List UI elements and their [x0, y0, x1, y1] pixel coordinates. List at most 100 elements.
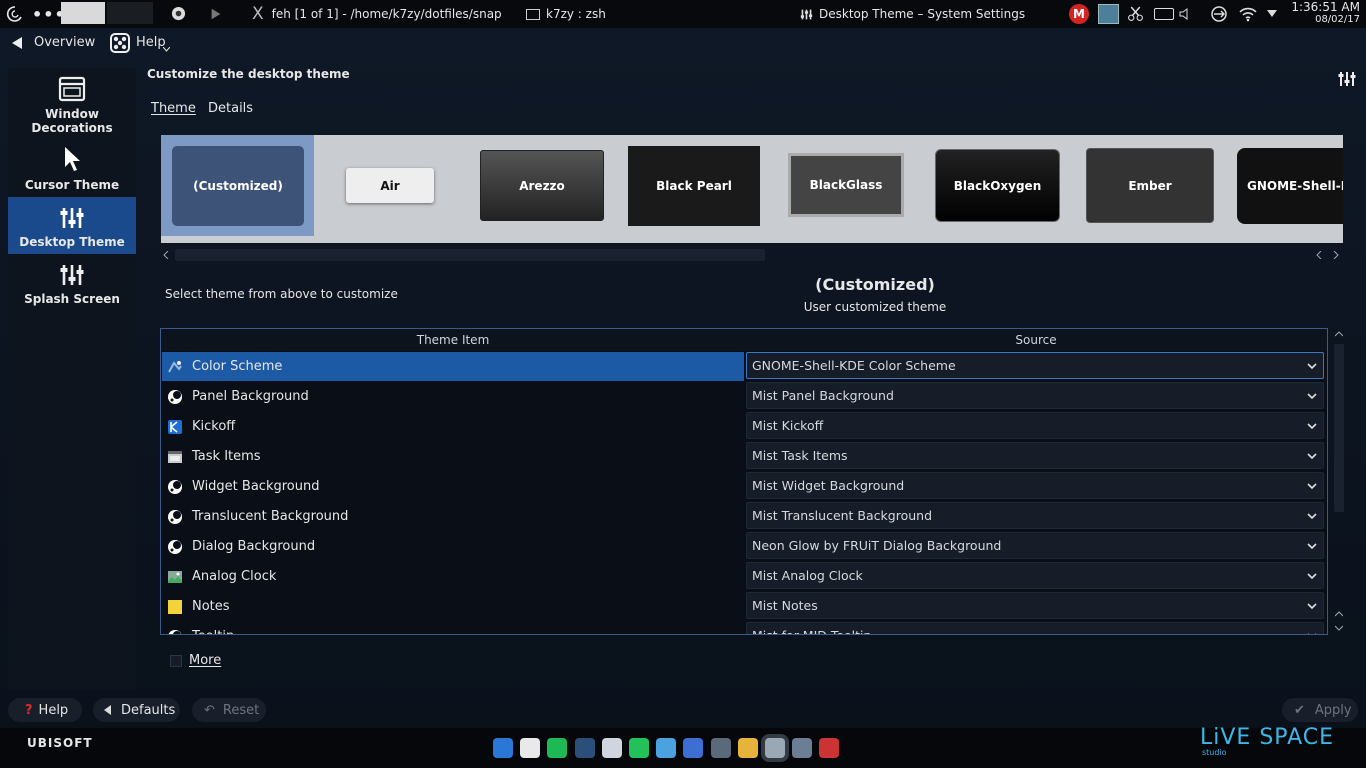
workspace-thumb-2[interactable]	[107, 2, 153, 24]
source-dropdown[interactable]: Mist Notes	[746, 592, 1324, 619]
theme-item-cell[interactable]: Task Items	[162, 442, 744, 471]
column-header-theme-item[interactable]: Theme Item	[161, 329, 745, 351]
source-dropdown[interactable]: Mist Panel Background	[746, 382, 1324, 409]
sidebar-item-cursor-theme[interactable]: Cursor Theme	[8, 142, 136, 197]
dock-pycharm-icon[interactable]	[629, 738, 649, 758]
theme-tile-arezzo[interactable]: Arezzo	[480, 150, 604, 221]
theme-item-cell[interactable]: Panel Background	[162, 382, 744, 411]
scissors-icon[interactable]	[1127, 5, 1144, 22]
table-row[interactable]: Kickoff Mist Kickoff	[161, 411, 1327, 441]
theme-item-cell[interactable]: Notes	[162, 592, 744, 621]
volume-icon[interactable]	[1179, 8, 1189, 20]
sidebar-item-desktop-theme[interactable]: Desktop Theme	[8, 197, 136, 254]
table-scrollbar-handle[interactable]	[1334, 344, 1344, 512]
dock-system-settings-icon[interactable]	[765, 738, 785, 758]
more-checkbox[interactable]	[170, 655, 182, 667]
sidebar-item-splash-screen[interactable]: Splash Screen	[8, 254, 136, 311]
dock-mail-icon[interactable]	[819, 738, 840, 758]
source-dropdown[interactable]: Mist Kickoff	[746, 412, 1324, 439]
source-dropdown[interactable]: Mist for MID Tooltip	[746, 622, 1324, 634]
scroll-left-icon[interactable]	[163, 251, 169, 259]
dock-finder-icon[interactable]	[493, 738, 513, 758]
help-button[interactable]: ? Help	[8, 698, 82, 722]
source-dropdown[interactable]: GNOME-Shell-KDE Color Scheme	[746, 352, 1324, 379]
theme-list-scrollbar[interactable]	[161, 247, 1343, 263]
theme-item-cell[interactable]: Kickoff	[162, 412, 744, 441]
dock-settings-icon[interactable]	[737, 738, 758, 758]
source-dropdown[interactable]: Mist Task Items	[746, 442, 1324, 469]
theme-tile-air[interactable]: Air	[346, 168, 434, 203]
source-dropdown[interactable]: Mist Translucent Background	[746, 502, 1324, 529]
keyboard-icon[interactable]	[1154, 8, 1174, 20]
task-terminal[interactable]: k7zy : zsh	[526, 0, 606, 28]
task-system-settings[interactable]: Desktop Theme – System Settings	[800, 0, 1025, 28]
table-scrollbar[interactable]	[1331, 328, 1347, 635]
table-row[interactable]: Tooltip Mist for MID Tooltip	[161, 621, 1327, 634]
mega-icon[interactable]: M	[1069, 4, 1089, 24]
dock-editor-icon[interactable]	[601, 738, 622, 758]
source-dropdown[interactable]: Mist Analog Clock	[746, 562, 1324, 589]
table-row[interactable]: Panel Background Mist Panel Background	[161, 381, 1327, 411]
theme-item-cell[interactable]: Analog Clock	[162, 562, 744, 591]
table-row[interactable]: Dialog Background Neon Glow by FRUiT Dial…	[161, 531, 1327, 561]
dock-chrome-icon[interactable]	[520, 738, 541, 758]
table-row[interactable]: Notes Mist Notes	[161, 591, 1327, 621]
scroll-left-icon-2[interactable]	[1316, 251, 1322, 259]
source-dropdown[interactable]: Mist Widget Background	[746, 472, 1324, 499]
chevron-down-icon[interactable]	[1267, 10, 1277, 17]
scroll-up-icon-2[interactable]	[1335, 611, 1343, 617]
configure-icon[interactable]	[1337, 70, 1357, 88]
settings-toolbar: Overview Help	[0, 28, 1366, 86]
chrome-icon[interactable]	[171, 6, 186, 21]
apply-button[interactable]: ✔ Apply	[1282, 698, 1358, 722]
sidebar-item-window-decorations[interactable]: Window Decorations	[8, 68, 136, 140]
dock-app-icon[interactable]	[683, 738, 704, 758]
table-row[interactable]: Analog Clock Mist Analog Clock	[161, 561, 1327, 591]
dock-terminal-icon[interactable]	[710, 738, 731, 758]
theme-tile-gnome-shell-kde[interactable]: GNOME-Shell-KDE	[1237, 148, 1343, 224]
table-row[interactable]: Task Items Mist Task Items	[161, 441, 1327, 471]
dock-config-icon[interactable]	[792, 738, 813, 758]
column-header-source[interactable]: Source	[745, 329, 1327, 351]
usb-icon[interactable]	[1209, 5, 1229, 23]
back-arrow-icon[interactable]	[10, 36, 24, 50]
scroll-down-icon[interactable]	[1335, 625, 1343, 631]
scroll-right-icon[interactable]	[1333, 251, 1339, 259]
defaults-button[interactable]: Defaults	[93, 698, 180, 722]
source-dropdown[interactable]: Neon Glow by FRUiT Dialog Background	[746, 532, 1324, 559]
theme-tile-customized[interactable]: (Customized)	[172, 146, 304, 226]
tab-theme[interactable]: Theme	[151, 101, 196, 116]
dock-monitor-icon[interactable]	[656, 738, 677, 758]
table-row[interactable]: Translucent Background Mist Translucent B…	[161, 501, 1327, 531]
waveform-icon[interactable]	[1098, 4, 1119, 24]
scroll-up-icon[interactable]	[1335, 331, 1343, 337]
scrollbar-handle[interactable]	[175, 249, 765, 261]
table-row[interactable]: Widget Background Mist Widget Background	[161, 471, 1327, 501]
theme-tile-blackglass[interactable]: BlackGlass	[788, 153, 904, 217]
theme-tile-blackoxygen[interactable]: BlackOxygen	[935, 149, 1060, 222]
theme-item-cell[interactable]: Color Scheme	[162, 352, 744, 381]
more-label[interactable]: More	[189, 653, 221, 668]
reset-button[interactable]: ↶ Reset	[192, 698, 266, 722]
debian-logo-icon[interactable]	[6, 5, 24, 23]
theme-item-cell[interactable]: Widget Background	[162, 472, 744, 501]
wifi-icon[interactable]	[1239, 6, 1257, 22]
theme-tile-black-pearl[interactable]: Black Pearl	[628, 146, 760, 226]
tab-details[interactable]: Details	[208, 101, 253, 116]
app-icon[interactable]	[209, 7, 223, 21]
theme-item-cell[interactable]: Dialog Background	[162, 532, 744, 561]
help-menu-button[interactable]: Help	[136, 35, 166, 50]
theme-item-cell[interactable]: Translucent Background	[162, 502, 744, 531]
theme-tile-ember[interactable]: Ember	[1086, 148, 1214, 223]
help-menu-icon[interactable]	[109, 32, 131, 54]
settings-sliders-icon	[800, 9, 813, 19]
theme-item-cell[interactable]: Tooltip	[162, 622, 744, 634]
task-feh[interactable]: Xfeh [1 of 1] - /home/k7zy/dotfiles/snap…	[252, 0, 502, 28]
dock-steam-icon[interactable]	[574, 738, 595, 758]
clock-time[interactable]: 1:36:51 AM	[1290, 1, 1360, 13]
clock-date[interactable]: 08/02/17	[1290, 14, 1360, 26]
table-row[interactable]: Color Scheme GNOME-Shell-KDE Color Scheme	[161, 351, 1327, 381]
workspace-thumb-1[interactable]	[61, 2, 105, 24]
overview-button[interactable]: Overview	[34, 35, 95, 50]
dock-spotify-icon[interactable]	[547, 738, 568, 758]
